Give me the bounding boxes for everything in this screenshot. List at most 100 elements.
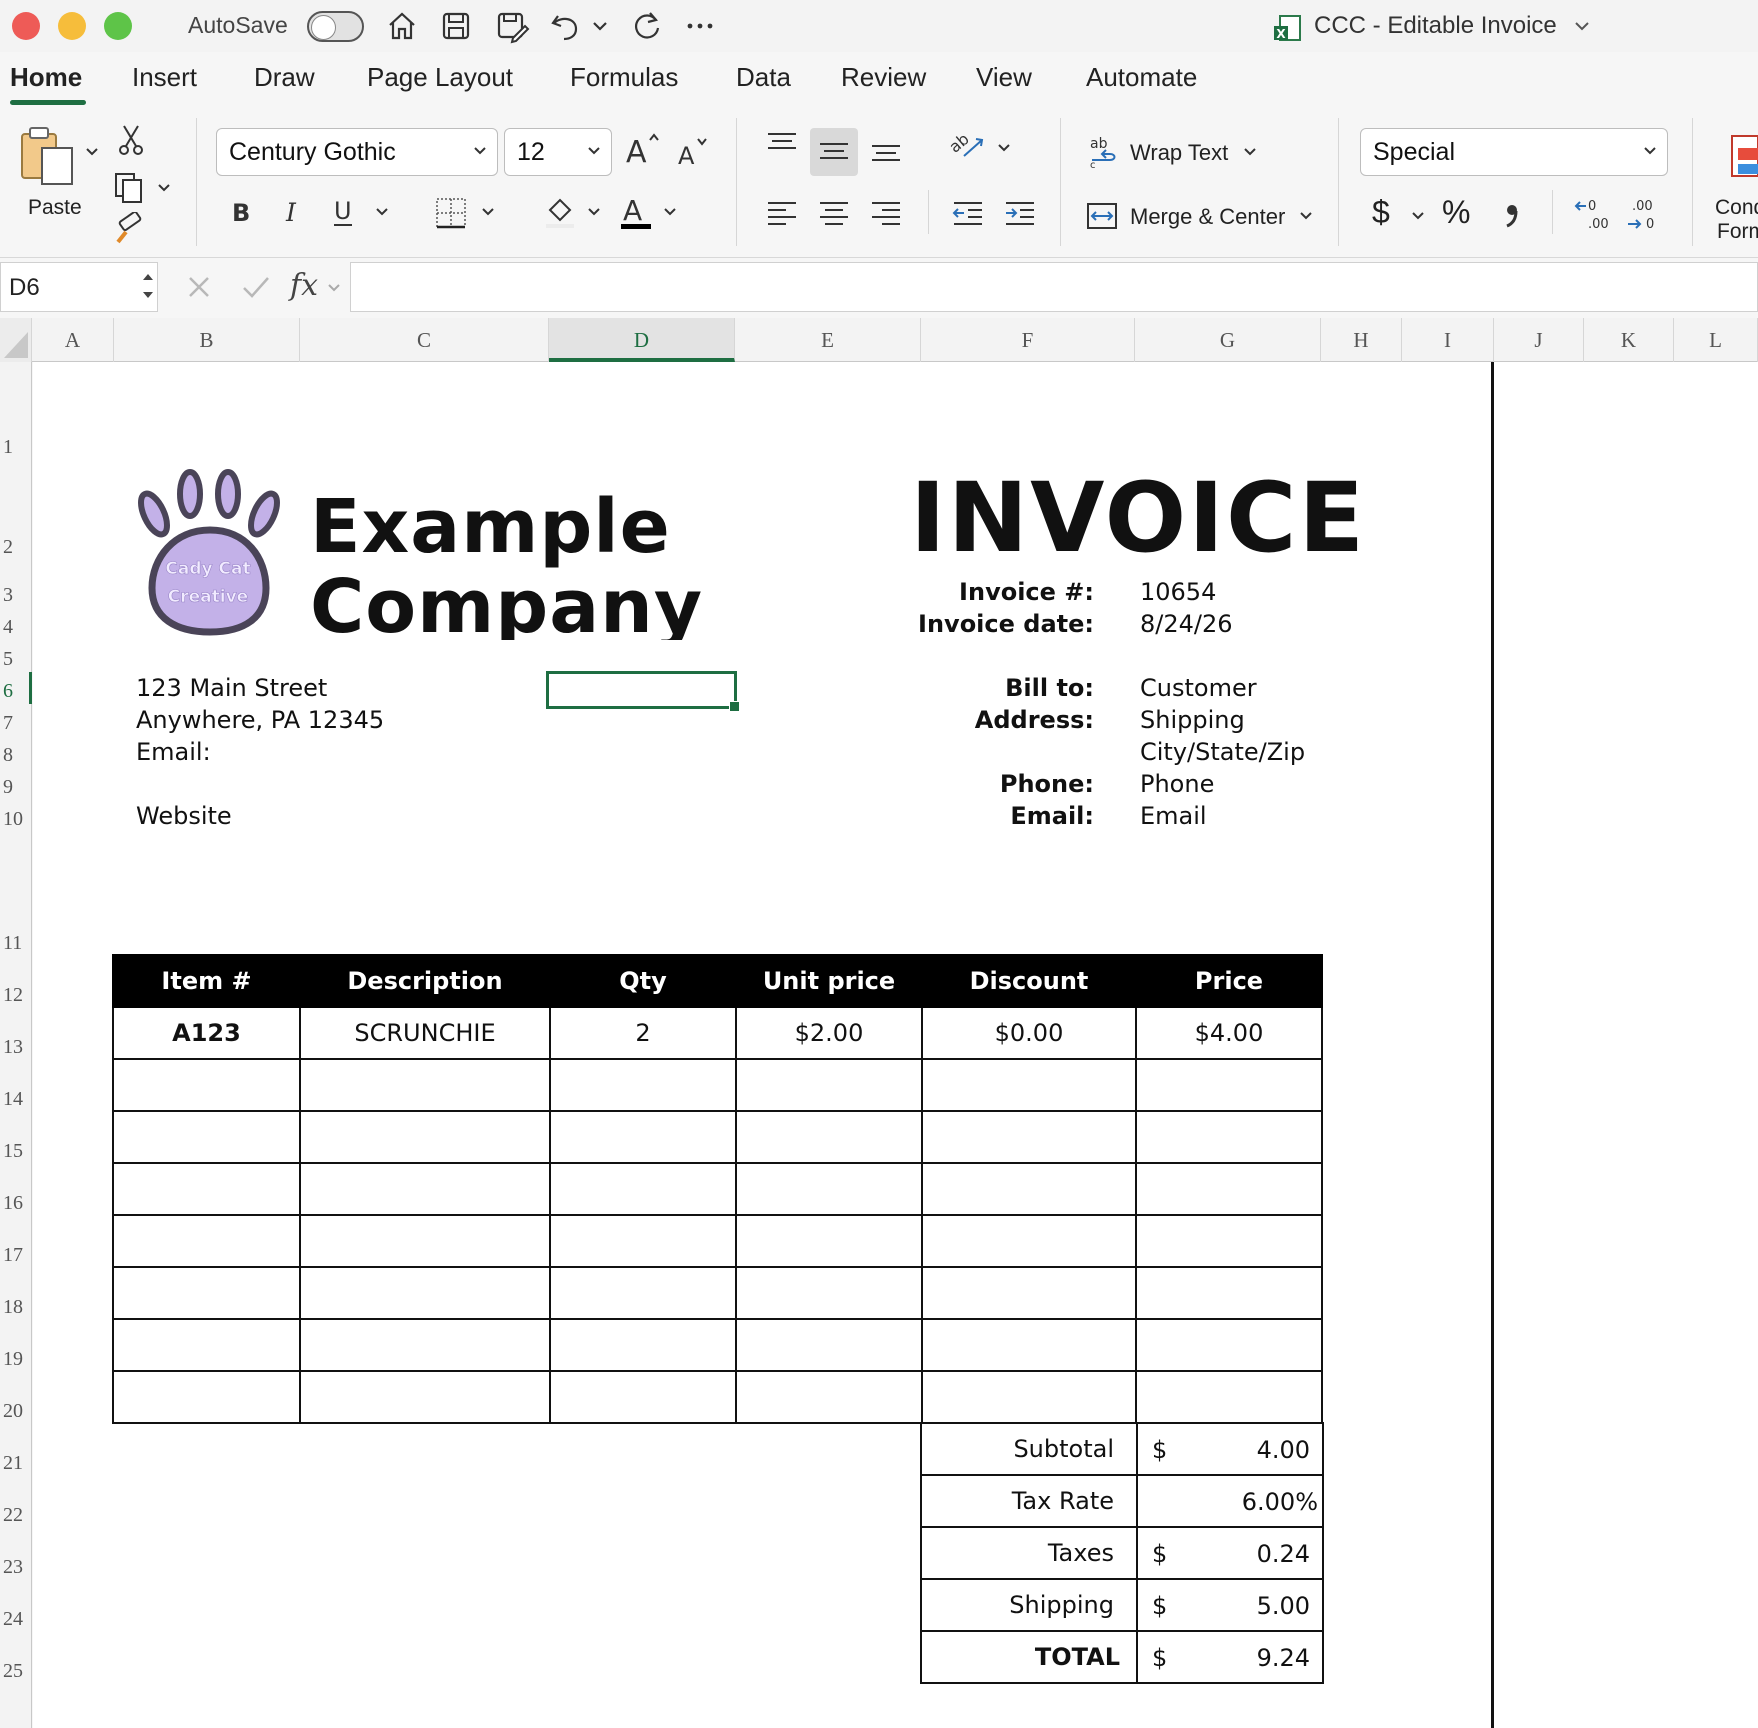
wrap-text-chevron-down-icon[interactable] <box>1242 144 1258 160</box>
tab-home[interactable]: Home <box>10 62 82 93</box>
row-header-12[interactable]: 12 <box>0 984 32 1007</box>
copy-chevron-down-icon[interactable] <box>156 180 172 196</box>
merge-center-icon[interactable] <box>1086 200 1118 232</box>
conditional-formatting-icon[interactable] <box>1730 134 1758 178</box>
tab-formulas[interactable]: Formulas <box>570 62 678 93</box>
price-cell[interactable]: $4.00 <box>1135 1006 1323 1060</box>
qty-cell[interactable]: 2 <box>549 1006 737 1060</box>
subtotal-value-cell[interactable]: $ 4.00 <box>1136 1422 1324 1476</box>
column-header-i[interactable]: I <box>1402 318 1494 362</box>
row-header-6[interactable]: 6 <box>0 672 32 704</box>
undo-dropdown-chevron-down-icon[interactable] <box>590 8 610 44</box>
document-title[interactable]: CCC - Editable Invoice <box>1314 12 1557 40</box>
discount-cell[interactable] <box>921 1110 1137 1164</box>
row-header-19[interactable]: 19 <box>0 1348 32 1371</box>
row-header-7[interactable]: 7 <box>0 712 32 735</box>
qty-cell[interactable] <box>549 1110 737 1164</box>
align-center-icon[interactable] <box>816 196 852 232</box>
row-header-21[interactable]: 21 <box>0 1452 32 1475</box>
paste-label[interactable]: Paste <box>28 196 82 220</box>
column-header-l[interactable]: L <box>1674 318 1758 362</box>
row-header-8[interactable]: 8 <box>0 744 32 767</box>
total-label[interactable]: TOTAL <box>920 1630 1138 1684</box>
description-cell[interactable] <box>299 1162 551 1216</box>
price-cell[interactable] <box>1135 1162 1323 1216</box>
name-box[interactable]: D6 <box>0 262 158 312</box>
price-cell[interactable] <box>1135 1214 1323 1268</box>
column-header-b[interactable]: B <box>114 318 300 362</box>
increase-decimal-icon[interactable]: 0.00 <box>1574 196 1614 232</box>
discount-cell[interactable]: $0.00 <box>921 1006 1137 1060</box>
description-cell[interactable] <box>299 1214 551 1268</box>
minimize-window-button[interactable] <box>58 12 86 40</box>
wrap-text-icon[interactable]: ab c <box>1088 134 1118 170</box>
item-number-cell[interactable]: A123 <box>112 1006 301 1060</box>
cut-icon[interactable] <box>116 122 146 156</box>
item-number-cell[interactable] <box>112 1318 301 1372</box>
subtotal-label[interactable]: Subtotal <box>920 1422 1138 1476</box>
column-header-g[interactable]: G <box>1135 318 1321 362</box>
row-header-11[interactable]: 11 <box>0 932 32 955</box>
accounting-format-button[interactable]: $ <box>1372 194 1390 231</box>
autosave-toggle[interactable] <box>307 11 364 42</box>
align-top-icon[interactable] <box>764 128 800 164</box>
align-middle-icon[interactable] <box>810 128 858 176</box>
item-number-cell[interactable] <box>112 1214 301 1268</box>
number-format-dropdown[interactable]: Special <box>1360 128 1668 176</box>
font-color-chevron-down-icon[interactable] <box>662 204 678 220</box>
font-size-dropdown[interactable]: 12 <box>504 128 612 176</box>
shipping-value-cell[interactable]: $ 5.00 <box>1136 1578 1324 1632</box>
underline-icon[interactable]: U <box>330 194 360 230</box>
formula-input[interactable] <box>350 262 1758 312</box>
undo-icon[interactable] <box>548 8 584 44</box>
description-cell[interactable] <box>299 1058 551 1112</box>
qty-cell[interactable] <box>549 1058 737 1112</box>
price-cell[interactable] <box>1135 1370 1323 1424</box>
unit-price-cell[interactable] <box>735 1162 923 1216</box>
enter-formula-icon[interactable] <box>240 272 272 302</box>
row-header-20[interactable]: 20 <box>0 1400 32 1423</box>
column-header-h[interactable]: H <box>1321 318 1402 362</box>
borders-chevron-down-icon[interactable] <box>480 204 496 220</box>
merge-center-chevron-down-icon[interactable] <box>1298 208 1314 224</box>
header-qty[interactable]: Qty <box>549 954 737 1008</box>
borders-icon[interactable] <box>434 196 468 230</box>
row-header-22[interactable]: 22 <box>0 1504 32 1527</box>
tab-data[interactable]: Data <box>736 62 791 93</box>
increase-font-size-icon[interactable]: A <box>622 130 662 170</box>
row-header-16[interactable]: 16 <box>0 1192 32 1215</box>
discount-cell[interactable] <box>921 1214 1137 1268</box>
row-header-23[interactable]: 23 <box>0 1556 32 1579</box>
underline-chevron-down-icon[interactable] <box>374 204 390 220</box>
price-cell[interactable] <box>1135 1318 1323 1372</box>
unit-price-cell[interactable] <box>735 1214 923 1268</box>
italic-icon[interactable]: I <box>280 194 310 228</box>
accounting-chevron-down-icon[interactable] <box>1410 208 1426 224</box>
save-as-icon[interactable] <box>494 8 530 44</box>
column-header-d[interactable]: D <box>549 318 735 362</box>
paste-icon[interactable] <box>16 124 80 188</box>
row-header-18[interactable]: 18 <box>0 1296 32 1319</box>
tab-page-layout[interactable]: Page Layout <box>367 62 513 93</box>
column-header-k[interactable]: K <box>1584 318 1674 362</box>
discount-cell[interactable] <box>921 1058 1137 1112</box>
home-icon[interactable] <box>384 8 420 44</box>
fx-chevron-down-icon[interactable] <box>326 280 342 296</box>
redo-icon[interactable] <box>628 8 664 44</box>
header-description[interactable]: Description <box>299 954 551 1008</box>
tab-insert[interactable]: Insert <box>132 62 197 93</box>
row-header-13[interactable]: 13 <box>0 1036 32 1059</box>
comma-style-icon[interactable] <box>1500 198 1524 232</box>
column-header-c[interactable]: C <box>300 318 549 362</box>
title-chevron-down-icon[interactable] <box>1572 12 1592 48</box>
align-left-icon[interactable] <box>764 196 800 232</box>
item-number-cell[interactable] <box>112 1370 301 1424</box>
unit-price-cell[interactable] <box>735 1110 923 1164</box>
column-header-f[interactable]: F <box>921 318 1135 362</box>
qty-cell[interactable] <box>549 1318 737 1372</box>
column-header-j[interactable]: J <box>1494 318 1584 362</box>
shipping-label[interactable]: Shipping <box>920 1578 1138 1632</box>
cancel-formula-icon[interactable] <box>184 272 214 302</box>
qty-cell[interactable] <box>549 1370 737 1424</box>
unit-price-cell[interactable] <box>735 1058 923 1112</box>
